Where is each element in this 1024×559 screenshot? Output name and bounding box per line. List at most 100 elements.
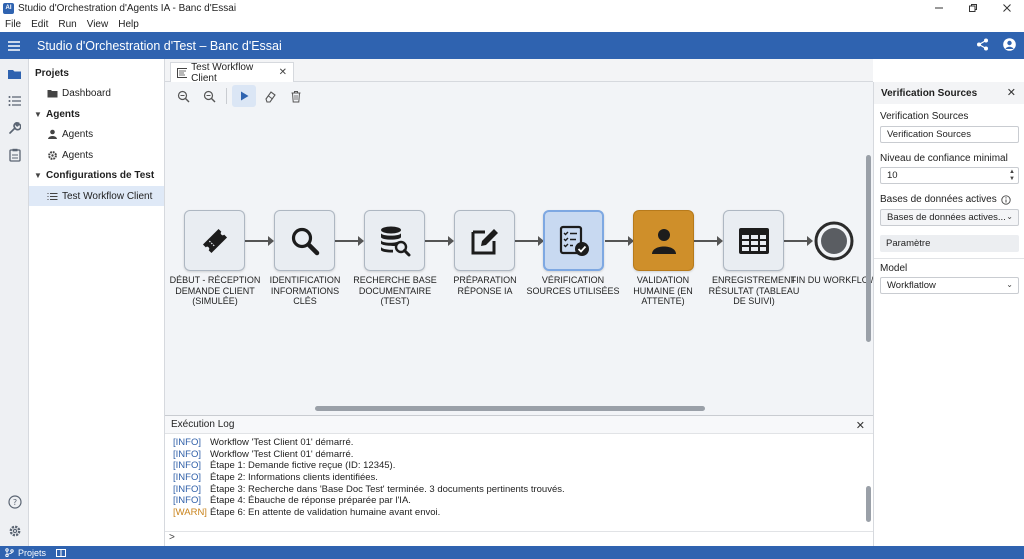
log-text: Étape 6: En attente de validation humain… [210,507,441,519]
log-line: [INFO] Workflow 'Test Client 01' démarré. [173,449,863,461]
delete-button[interactable] [284,85,308,107]
chevron-down-icon: ▼ [34,109,42,119]
menu-help[interactable]: Help [113,19,144,30]
folder-icon [47,89,58,97]
log-level: [INFO] [173,483,201,495]
folder-icon [8,70,21,79]
connector-arrow [784,236,813,246]
zoom-out-icon [203,90,215,102]
canvas-vertical-scrollbar[interactable] [866,155,871,342]
log-line: [INFO] Workflow 'Test Client 01' démarré. [173,437,863,449]
log-level: [INFO] [173,495,201,507]
model-select-value: Workflatlow [887,280,936,291]
share-button[interactable] [976,38,989,54]
sidebar-item-label: Agents [62,149,94,161]
sidebar-item-test-workflow[interactable]: Test Workflow Client [29,186,164,206]
workflow-node-recherche[interactable] [364,210,425,271]
sidebar-item-label: Test Workflow Client [62,190,153,202]
activity-list[interactable] [0,88,29,114]
workflow-node-fin[interactable] [813,220,855,262]
zoom-out-button[interactable] [197,85,221,107]
menu-run[interactable]: Run [53,19,81,30]
log-scrollbar[interactable] [866,486,871,522]
workflow-canvas[interactable]: Début - Réception Demande Client (Simulé… [165,82,873,415]
tree-section-configurations[interactable]: ▼ Configurations de Test [29,165,164,185]
tree-section-label: Configurations de Test [46,169,155,181]
window-title: Studio d'Orchestration d'Agents IA - Ban… [18,2,237,14]
connector-arrow [694,236,723,246]
header-actions [976,32,1016,59]
connector-arrow [245,236,274,246]
run-button[interactable] [232,85,256,107]
workflow-node-verification[interactable] [543,210,604,271]
sidebar-item-dashboard[interactable]: Dashboard [29,83,164,103]
log-level: [WARN] [173,507,207,519]
execution-log-panel: Exécution Log ✕ [INFO] Workflow 'Test Cli… [165,415,873,546]
table-icon [738,227,769,254]
sidebar-item-agents-settings[interactable]: Agents [29,145,164,165]
connector-arrow [515,236,544,246]
activity-tools[interactable] [0,115,29,141]
menu-view[interactable]: View [82,19,114,30]
properties-divider [874,258,1024,259]
activity-clipboard[interactable] [0,142,29,168]
person-icon [651,228,676,254]
tree-section-projets[interactable]: Projets [29,63,164,83]
activity-explorer[interactable] [0,61,29,87]
log-line: [INFO] Étape 2: Informations clients iden… [173,472,863,484]
canvas-horizontal-scrollbar[interactable] [315,406,705,411]
model-select[interactable]: Workflatlow ⌄ [880,277,1019,294]
list-icon [8,96,21,106]
checklist-icon [559,225,589,256]
gear-icon [48,150,57,160]
workflow-node-preparation[interactable] [454,210,515,271]
minimize-button[interactable] [922,0,956,16]
sidebar-item-agents-user[interactable]: Agents [29,124,164,144]
name-field[interactable]: Verification Sources [880,126,1019,143]
log-command-input[interactable]: > [169,532,175,543]
log-close-button[interactable]: ✕ [856,419,865,432]
tab-test-workflow-client[interactable]: Test Workflow Client ✕ [170,61,294,84]
status-projets[interactable]: Projets [18,548,46,558]
hamburger-menu-button[interactable] [0,32,28,59]
stepper-arrows-icon[interactable]: ▲ ▼ [1009,169,1015,182]
svg-text:?: ? [12,498,16,507]
clear-button[interactable] [258,85,282,107]
menu-file[interactable]: File [0,19,26,30]
workflow-node-identification[interactable] [274,210,335,271]
log-line: [INFO] Étape 4: Ébauche de réponse prépar… [173,495,863,507]
confidence-stepper[interactable]: 10 ▲ ▼ [880,167,1019,184]
app-logo-icon: AI [3,2,14,14]
tree-section-agents[interactable]: ▼ Agents [29,104,164,124]
maximize-button[interactable] [956,0,990,16]
wrench-icon [9,121,21,134]
confidence-value: 10 [887,170,898,181]
info-icon[interactable] [1001,194,1011,205]
workflow-node-enregistrement[interactable] [723,210,784,271]
workflow-node-validation[interactable] [633,210,694,271]
edit-icon [471,228,498,254]
workflow-node-debut[interactable] [184,210,245,271]
close-window-button[interactable] [990,0,1024,16]
menu-edit[interactable]: Edit [26,19,53,30]
activity-settings[interactable] [0,518,29,544]
parametre-button[interactable]: Paramètre [880,235,1019,252]
window-controls [922,0,1024,16]
panel-toggle-icon[interactable] [56,548,67,557]
tab-label: Test Workflow Client [191,61,254,84]
share-icon [977,38,988,50]
properties-close-button[interactable]: ✕ [1007,86,1016,99]
app-header: Studio d'Orchestration d'Test – Banc d'E… [0,32,1024,59]
zoom-in-button[interactable] [171,85,195,107]
activity-help[interactable]: ? [0,489,29,515]
ticket-icon [202,228,227,253]
databases-select[interactable]: Bases de données actives... ⌄ [880,209,1019,226]
account-button[interactable] [1003,37,1016,54]
help-icon: ? [7,495,22,509]
zoom-in-icon [177,90,189,102]
sidebar-item-label: Agents [62,128,94,140]
canvas-toolbar [171,85,308,107]
log-text: Étape 3: Recherche dans 'Base Doc Test' … [210,483,565,495]
log-line: [WARN] Étape 6: En attente de validation … [173,507,863,519]
tab-close-button[interactable]: ✕ [279,67,287,78]
